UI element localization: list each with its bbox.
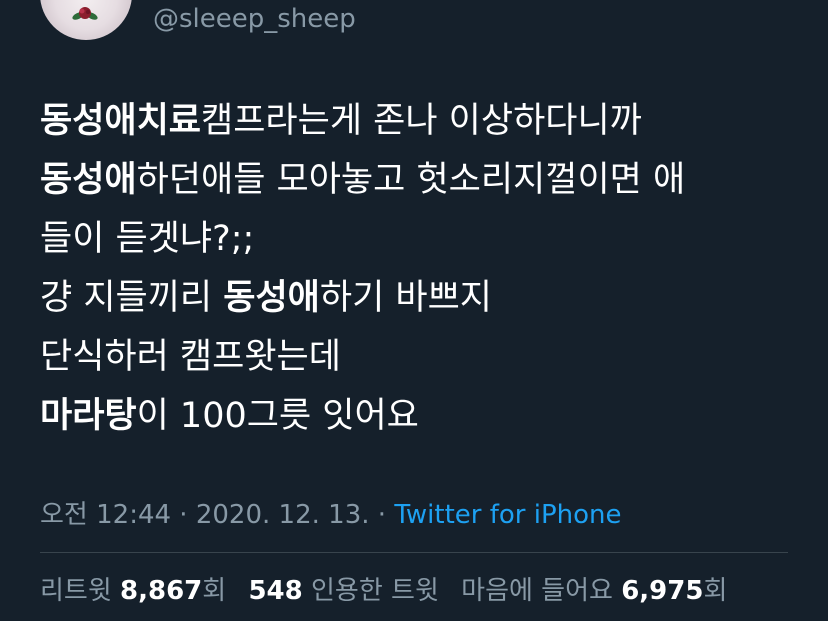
retweets-unit: 회 bbox=[202, 576, 227, 606]
tweet-line: 동성애치료캠프라는게 존나 이상하다니까 bbox=[40, 92, 800, 151]
tweet-bold-text: 동성애 bbox=[40, 160, 137, 200]
quote-tweets-stat[interactable]: 548 인용한 트윗 bbox=[248, 576, 438, 606]
retweets-label: 리트윗 bbox=[40, 576, 112, 606]
engagement-stats: 리트윗 8,867회 548 인용한 트윗 마음에 들어요 6,975회 bbox=[40, 570, 727, 607]
tweet-source-link[interactable]: Twitter for iPhone bbox=[394, 500, 621, 530]
flower-icon bbox=[72, 7, 98, 20]
tweet-text-span: 캠프라는게 존나 이상하다니까 bbox=[201, 101, 642, 141]
likes-count: 6,975 bbox=[621, 576, 704, 606]
tweet-line: 단식하러 캠프왓는데 bbox=[40, 328, 800, 387]
divider bbox=[40, 552, 788, 553]
retweets-stat[interactable]: 리트윗 8,867회 bbox=[40, 576, 226, 606]
likes-unit: 회 bbox=[703, 576, 728, 606]
tweet-bold-text: 마라탕 bbox=[40, 396, 137, 436]
tweet-text-span: 하던애들 모아놓고 헛소리지껄이면 애 bbox=[136, 160, 686, 200]
tweet-bold-text: 동성애치료 bbox=[40, 101, 202, 141]
author-handle[interactable]: @sleeep_sheep bbox=[153, 4, 356, 34]
tweet-time[interactable]: 오전 12:44 bbox=[40, 500, 171, 530]
avatar[interactable] bbox=[40, 0, 132, 40]
tweet-line: 마라탕이 100그릇 잇어요 bbox=[40, 387, 800, 446]
likes-stat[interactable]: 마음에 들어요 6,975회 bbox=[461, 576, 727, 606]
likes-label: 마음에 들어요 bbox=[461, 576, 613, 606]
tweet-bold-text: 동성애 bbox=[223, 278, 320, 318]
retweets-count: 8,867 bbox=[120, 576, 203, 606]
meta-separator: · bbox=[171, 500, 196, 530]
tweet-line: 걍 지들끼리 동성애하기 바쁘지 bbox=[40, 269, 800, 328]
tweet-text-span: 걍 지들끼리 bbox=[40, 278, 224, 318]
tweet-date[interactable]: 2020. 12. 13. bbox=[196, 500, 370, 530]
quote-tweets-label: 인용한 트윗 bbox=[311, 576, 439, 606]
tweet-text-span: 단식하러 캠프왓는데 bbox=[40, 337, 341, 377]
tweet-meta: 오전 12:44 · 2020. 12. 13. · Twitter for i… bbox=[40, 494, 622, 531]
tweet-text: 동성애치료캠프라는게 존나 이상하다니까 동성애하던애들 모아놓고 헛소리지껄이… bbox=[40, 92, 800, 446]
tweet-line: 동성애하던애들 모아놓고 헛소리지껄이면 애 bbox=[40, 151, 800, 210]
tweet-line: 들이 듣겟냐?;; bbox=[40, 210, 800, 269]
tweet-text-span: 이 100그릇 잇어요 bbox=[136, 396, 419, 436]
tweet-text-span: 하기 바쁘지 bbox=[319, 278, 493, 318]
quote-tweets-count: 548 bbox=[248, 576, 303, 606]
meta-separator: · bbox=[369, 500, 395, 530]
tweet-text-span: 들이 듣겟냐?;; bbox=[40, 219, 255, 259]
